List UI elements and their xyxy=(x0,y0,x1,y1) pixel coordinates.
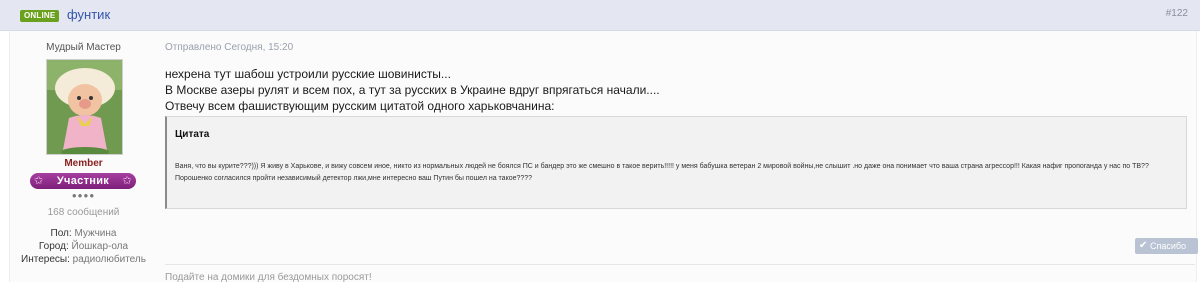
thanks-button[interactable]: ✔ Спасибо xyxy=(1135,238,1198,254)
info-label: Интересы: xyxy=(21,254,70,265)
info-value: радиолюбитель xyxy=(72,254,146,265)
info-label: Пол: xyxy=(50,228,72,239)
avatar-image xyxy=(47,60,122,154)
post-number-link[interactable]: #122 xyxy=(1166,8,1188,19)
post-header: ONLINE фунтик #122 xyxy=(0,0,1200,31)
info-gender: Пол: Мужчина xyxy=(10,228,157,239)
online-status-badge: ONLINE xyxy=(20,10,60,22)
thanks-label: Спасибо xyxy=(1150,241,1187,251)
post-count: 168 сообщений xyxy=(47,207,120,218)
reputation-dots: ●●●● xyxy=(71,191,96,200)
group-name: Member xyxy=(64,158,103,169)
posted-date: Отправлено Сегодня, 15:20 xyxy=(165,42,294,53)
post-line: В Москве азеры рулят и всем пох, а тут з… xyxy=(165,83,660,97)
post-content: Отправлено Сегодня, 15:20 нехрена тут ша… xyxy=(165,31,1198,282)
post-text: нехрена тут шабош устроили русские шовин… xyxy=(165,66,660,114)
quote-block: Цитата Ваня, что вы курите???))) Я живу … xyxy=(165,116,1187,209)
info-city: Город: Йошкар-ола xyxy=(10,241,157,252)
author-panel: Мудрый Мастер Member ✩ Участник ✩ ●●●● 1… xyxy=(10,31,157,282)
quote-text: Ваня, что вы курите???))) Я живу в Харьк… xyxy=(175,163,1149,182)
post-line: Отвечу всем фашиствующим русским цитатой… xyxy=(165,99,555,113)
rank-label: Участник xyxy=(56,175,110,187)
rank-badge: ✩ Участник ✩ xyxy=(30,173,136,189)
check-icon: ✔ xyxy=(1139,240,1148,251)
info-value: Йошкар-ола xyxy=(71,241,129,252)
star-icon: ✩ xyxy=(34,175,44,187)
star-icon: ✩ xyxy=(122,175,132,187)
user-title: Мудрый Мастер xyxy=(46,42,121,53)
signature-divider xyxy=(165,264,1195,265)
signature: Подайте на домики для бездомных поросят! xyxy=(165,272,372,282)
info-value: Мужчина xyxy=(74,228,117,239)
quote-title: Цитата xyxy=(175,129,210,140)
post-body: Мудрый Мастер Member ✩ Участник ✩ ●●●● 1… xyxy=(9,31,1198,282)
info-interests: Интересы: радиолюбитель xyxy=(10,254,157,265)
info-label: Город: xyxy=(38,241,69,252)
author-name-link[interactable]: фунтик xyxy=(67,7,110,22)
avatar[interactable] xyxy=(46,59,123,155)
post-line: нехрена тут шабош устроили русские шовин… xyxy=(165,67,451,81)
